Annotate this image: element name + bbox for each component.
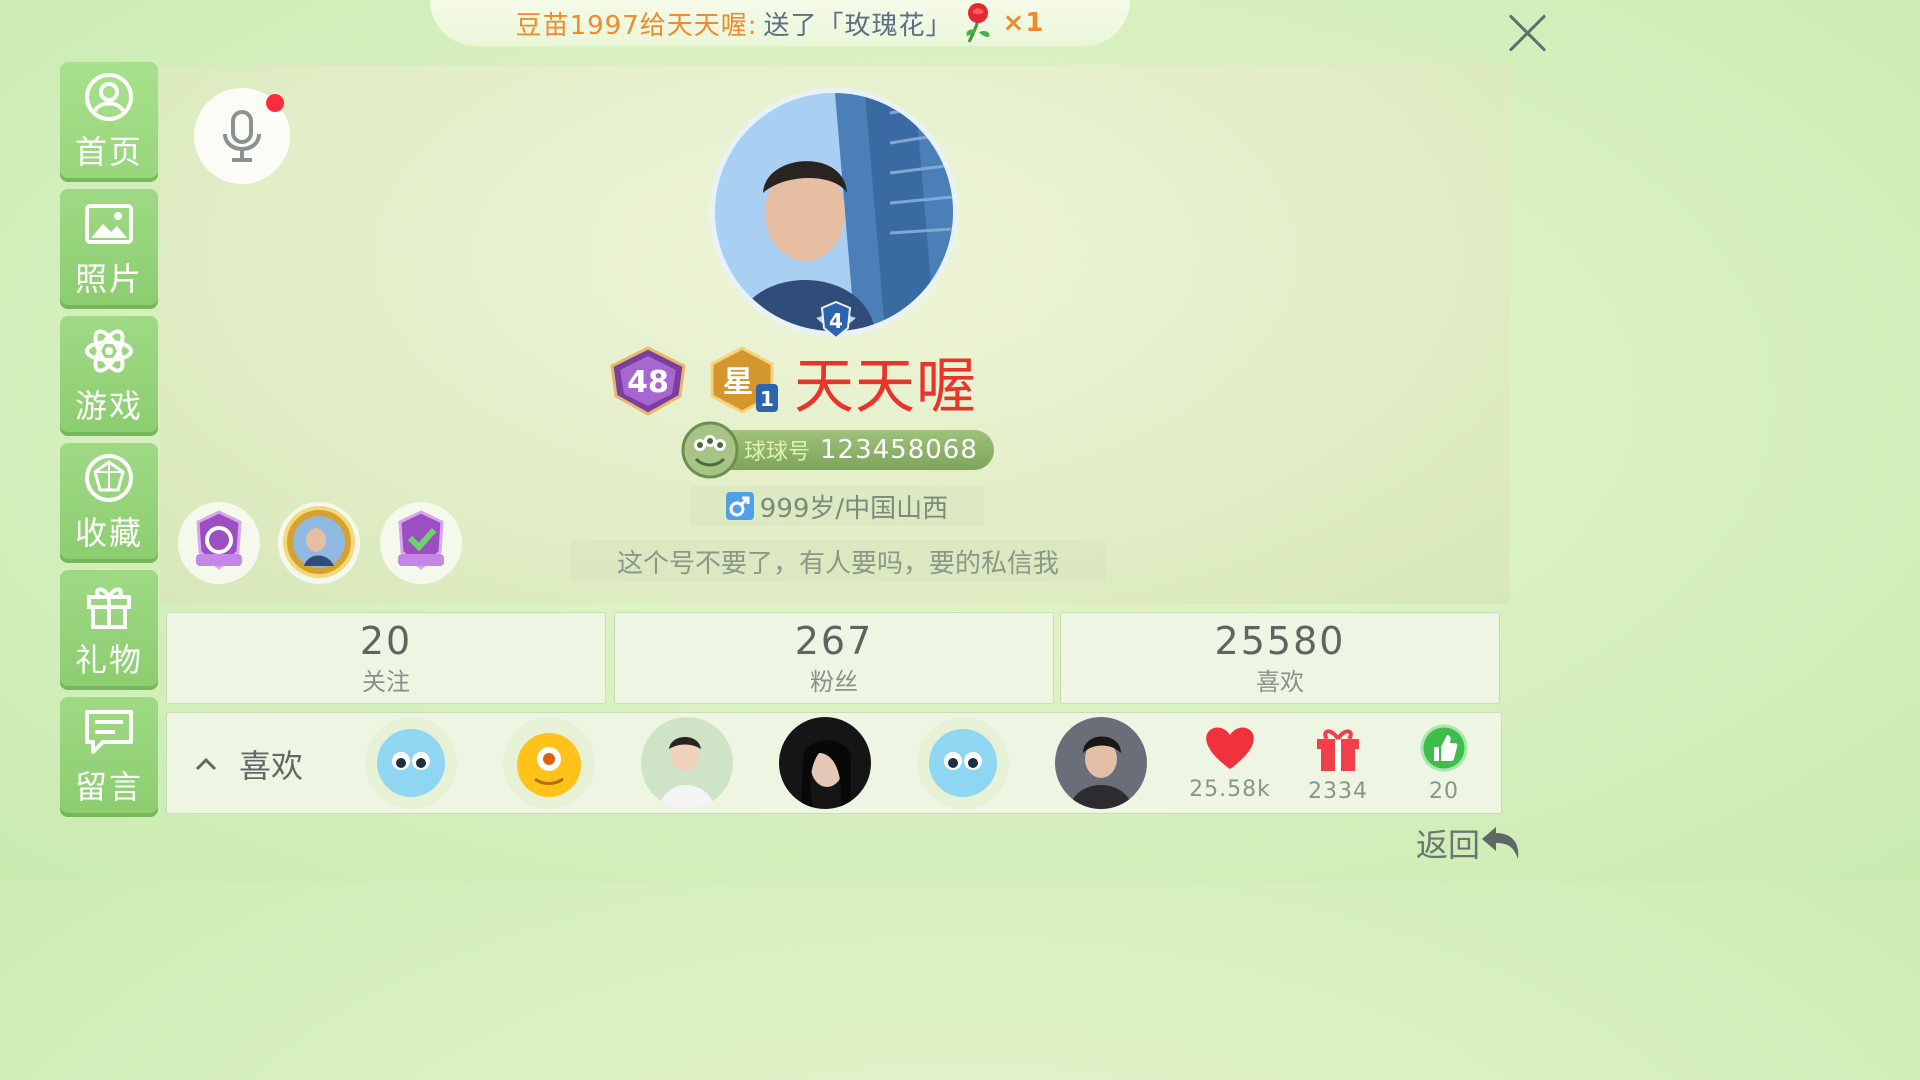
svg-text:48: 48 [627, 365, 669, 400]
back-label: 返回 [1416, 826, 1481, 864]
bio-text: 这个号不要了，有人要吗，要的私信我 [616, 548, 1059, 579]
sidebar-label-message: 留言 [74, 768, 143, 806]
sidebar-item-photo[interactable]: 照片 [60, 189, 158, 309]
svg-text:1: 1 [760, 387, 774, 411]
sidebar: 首页 照片 游戏 收藏 礼物 留言 [60, 62, 158, 824]
male-icon [725, 492, 754, 520]
sidebar-item-message[interactable]: 留言 [60, 697, 158, 817]
sidebar-label-photo: 照片 [74, 260, 143, 298]
chevron-up-icon [195, 757, 217, 771]
purple-shield-medal-icon [196, 510, 242, 570]
notification-dot [266, 94, 284, 112]
voice-button[interactable] [194, 88, 290, 184]
sidebar-label-gift: 礼物 [74, 641, 143, 679]
sidebar-item-home[interactable]: 首页 [60, 62, 158, 182]
notice-sender: 豆苗1997给天天喔: [515, 10, 758, 41]
liker-avatar[interactable] [917, 717, 1009, 809]
photo-icon [85, 204, 133, 244]
stat-fans-label: 粉丝 [810, 667, 858, 696]
liker-avatar[interactable] [503, 717, 595, 809]
username: 天天喔 [794, 351, 977, 422]
blue-blob-avatar [929, 729, 997, 797]
microphone-icon [223, 110, 261, 162]
back-button[interactable]: 返回 [1416, 820, 1524, 866]
notice-action: 送了「玫瑰花」 [763, 10, 953, 41]
photo-avatar [779, 717, 871, 809]
medal-2[interactable] [278, 502, 360, 584]
stats-row: 20 关注 267 粉丝 25580 喜欢 [166, 612, 1502, 704]
account-id-label: 球球号 [744, 440, 811, 465]
liker-avatar[interactable] [779, 717, 871, 809]
medal-1[interactable] [178, 502, 260, 584]
likes-toggle[interactable]: 喜欢 [195, 741, 303, 787]
gift-box-icon [1317, 729, 1359, 771]
close-button[interactable] [1502, 8, 1552, 58]
avatar-photo [715, 93, 953, 331]
sidebar-item-collection[interactable]: 收藏 [60, 443, 158, 563]
liker-avatar[interactable] [641, 717, 733, 809]
check-shield-medal-icon [398, 510, 444, 570]
medal-3[interactable] [380, 502, 462, 584]
svg-text:4: 4 [829, 309, 843, 333]
gift-count: 2334 [1308, 779, 1368, 804]
notice-count: ×1 [1002, 8, 1045, 38]
sidebar-item-game[interactable]: 游戏 [60, 316, 158, 436]
likes-label: 喜欢 [239, 747, 304, 785]
atom-icon [85, 329, 133, 373]
rank-badge-icon: 4 [816, 300, 856, 340]
age-region-box: 999岁/中国山西 [690, 486, 984, 526]
gold-avatar-medal-icon [283, 506, 355, 578]
gift-stat[interactable]: 2334 [1293, 723, 1383, 804]
home-icon [85, 73, 133, 121]
yellow-monster-avatar [517, 733, 581, 797]
collection-icon [85, 454, 133, 502]
stat-following[interactable]: 20 关注 [166, 612, 606, 704]
message-icon [85, 710, 133, 754]
heart-icon [1206, 727, 1254, 769]
thumb-stat[interactable]: 20 [1399, 723, 1489, 804]
account-id-number: 123458068 [820, 435, 978, 465]
stat-following-label: 关注 [362, 667, 410, 696]
name-row: 48 星 1 天天喔 [608, 346, 977, 422]
gift-icon [87, 587, 131, 629]
stat-likes-label: 喜欢 [1256, 667, 1304, 696]
sidebar-label-collection: 收藏 [74, 514, 143, 552]
svg-text:星: 星 [723, 365, 753, 400]
liker-avatar[interactable] [1055, 717, 1147, 809]
return-arrow-icon [1482, 827, 1519, 859]
level-badge: 48 [610, 346, 686, 416]
gift-notice-banner: 豆苗1997给天天喔: 送了「玫瑰花」 ×1 [430, 0, 1130, 46]
profile-card: 4 48 星 1 天天喔 球球号 123458068 999岁/中国山西 这个号… [160, 66, 1510, 604]
thumbs-up-icon [1420, 724, 1468, 772]
blue-blob-avatar [377, 729, 445, 797]
age-region-text: 999岁/中国山西 [759, 493, 949, 524]
photo-avatar [641, 717, 733, 809]
rose-icon [966, 3, 989, 43]
stat-fans-value: 267 [794, 618, 874, 663]
sidebar-item-gift[interactable]: 礼物 [60, 570, 158, 690]
likes-bar: 喜欢 25.58k 2334 20 [166, 712, 1502, 814]
heart-stat[interactable]: 25.58k [1185, 723, 1275, 802]
sidebar-label-home: 首页 [74, 133, 143, 171]
stat-likes[interactable]: 25580 喜欢 [1060, 612, 1500, 704]
thumb-count: 20 [1429, 779, 1459, 804]
ball-mascot-icon [681, 421, 739, 479]
bio-text-box: 这个号不要了，有人要吗，要的私信我 [570, 540, 1106, 582]
liker-avatar[interactable] [365, 717, 457, 809]
stat-following-value: 20 [359, 618, 413, 663]
sidebar-label-game: 游戏 [74, 387, 143, 425]
photo-avatar [1055, 717, 1147, 809]
star-rank-badge: 星 1 [710, 346, 778, 414]
stat-fans[interactable]: 267 粉丝 [614, 612, 1054, 704]
heart-count: 25.58k [1189, 777, 1271, 802]
stat-likes-value: 25580 [1214, 618, 1346, 663]
